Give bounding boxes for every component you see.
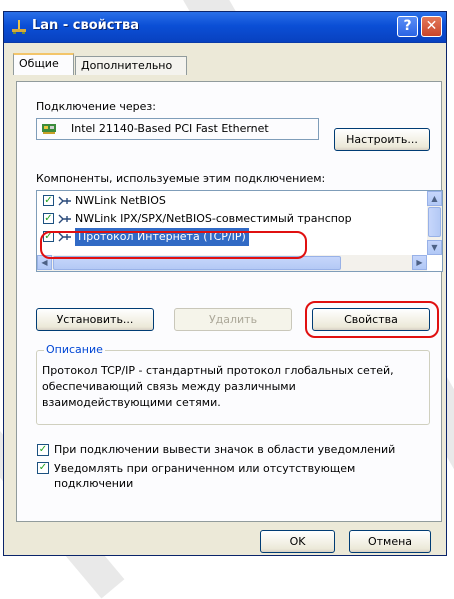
component-label: NWLink NetBIOS — [75, 194, 166, 207]
network-protocol-icon — [58, 196, 71, 206]
show-tray-icon-label[interactable]: При подключении вывести значок в области… — [54, 443, 395, 456]
network-protocol-icon — [58, 214, 71, 224]
highlight-oval-tcpip — [40, 231, 307, 259]
tab-general-label: Общие — [19, 57, 59, 70]
scroll-thumb[interactable] — [428, 207, 441, 237]
highlight-oval-properties — [305, 301, 439, 338]
configure-button[interactable]: Настроить... — [334, 128, 430, 151]
notify-limited-label[interactable]: Уведомлять при ограниченном или отсутств… — [54, 461, 414, 491]
components-label: Компоненты, используемые этим подключени… — [36, 172, 326, 185]
component-checkbox[interactable]: ✓ — [43, 213, 54, 224]
network-card-icon — [42, 124, 56, 134]
description-title: Описание — [44, 343, 105, 356]
cancel-button[interactable]: Отмена — [349, 530, 431, 553]
component-checkbox[interactable]: ✓ — [43, 195, 54, 206]
component-label: NWLink IPX/SPX/NetBIOS-совместимый транс… — [75, 212, 352, 225]
show-tray-icon-checkbox[interactable]: ✓ — [37, 444, 49, 456]
description-text: Протокол TCP/IP - стандартный протокол г… — [42, 364, 394, 409]
tab-advanced-label: Дополнительно — [81, 59, 173, 72]
adapter-field: Intel 21140-Based PCI Fast Ethernet — [36, 118, 319, 140]
install-button[interactable]: Установить... — [36, 308, 154, 331]
help-button[interactable]: ? — [397, 16, 418, 37]
tab-advanced[interactable]: Дополнительно — [75, 56, 187, 75]
remove-button: Удалить — [174, 308, 292, 331]
network-connection-icon — [12, 20, 26, 34]
scroll-right-icon[interactable]: ▶ — [412, 255, 427, 270]
connect-via-label: Подключение через: — [36, 100, 156, 113]
title-bar[interactable]: Lan - свойства ? ✕ — [4, 12, 446, 43]
close-button[interactable]: ✕ — [421, 16, 442, 37]
notify-limited-checkbox[interactable]: ✓ — [37, 462, 49, 474]
tab-general[interactable]: Общие — [13, 53, 74, 75]
ok-button[interactable]: OK — [260, 530, 335, 553]
scroll-down-icon[interactable]: ▼ — [427, 240, 442, 255]
adapter-name: Intel 21140-Based PCI Fast Ethernet — [71, 122, 269, 135]
window-title: Lan - свойства — [32, 18, 139, 33]
vertical-scrollbar[interactable]: ▲ ▼ — [427, 191, 442, 255]
scroll-up-icon[interactable]: ▲ — [427, 191, 442, 206]
